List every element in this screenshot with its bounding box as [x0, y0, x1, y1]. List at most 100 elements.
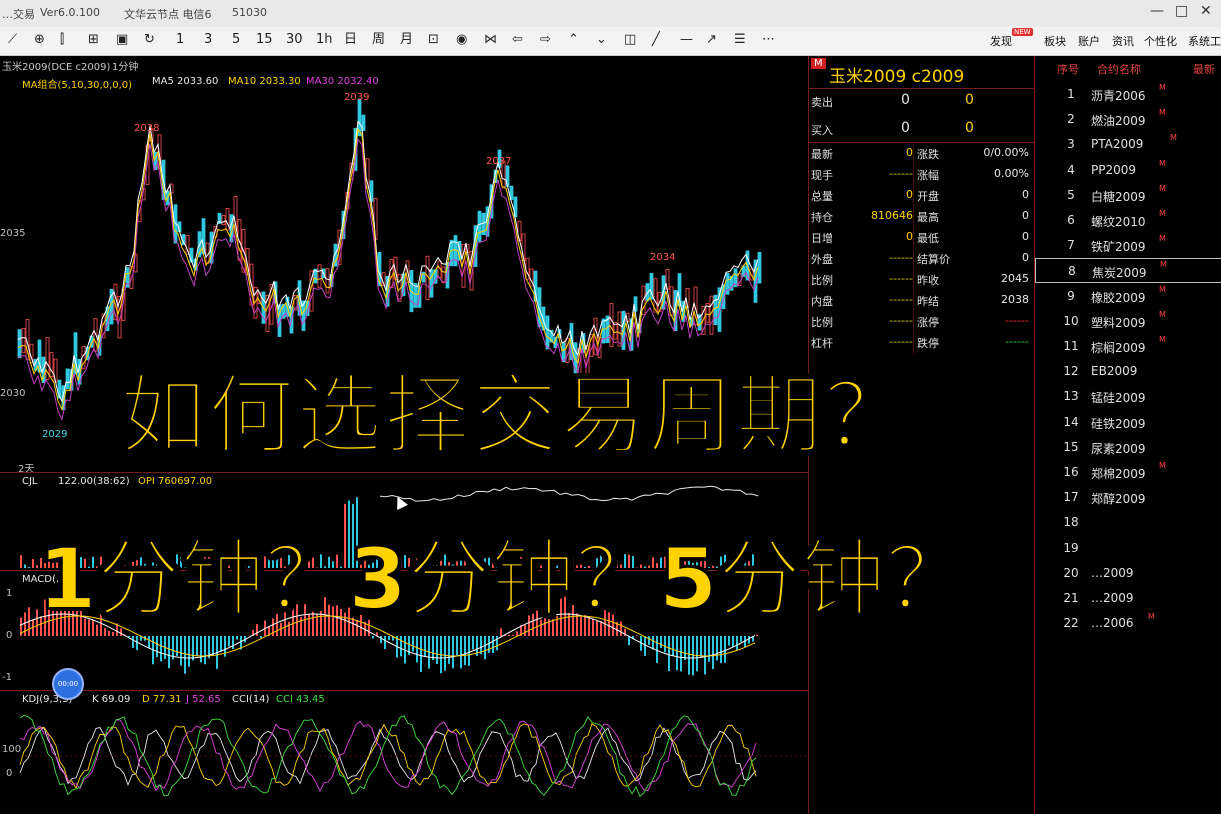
quote-stat-value: 0	[1022, 188, 1029, 201]
trend-line-icon[interactable]: ⟋	[8, 32, 17, 48]
period-1h-button[interactable]: 1h	[316, 32, 333, 48]
account-button[interactable]: 账户	[1078, 33, 1100, 49]
list-item[interactable]: 4 PP2009 M	[1035, 158, 1221, 183]
window-icon[interactable]: ▣	[116, 32, 128, 48]
list-item[interactable]: 17 郑醇2009	[1035, 485, 1221, 510]
macd-bar	[508, 634, 510, 636]
discover-button[interactable]: 发现	[990, 33, 1012, 49]
list-item[interactable]: 5 白糖2009 M	[1035, 183, 1221, 208]
macd-bar	[180, 636, 182, 666]
period-3m-button[interactable]: 3	[204, 32, 212, 48]
news-button[interactable]: 资讯	[1112, 33, 1134, 49]
refresh-icon[interactable]: ↻	[144, 32, 155, 48]
price-annotation: 2038	[134, 123, 160, 134]
period-1m-button[interactable]: 1	[176, 32, 184, 48]
zoom-out-icon[interactable]: ⌄	[596, 32, 607, 48]
list-item[interactable]: 14 硅铁2009	[1035, 410, 1221, 435]
list-item[interactable]: 20 …2009	[1035, 561, 1221, 586]
macd-bar	[424, 636, 426, 658]
minimize-icon[interactable]: —	[1150, 3, 1164, 19]
period-15m-button[interactable]: 15	[256, 32, 273, 48]
system-tools-button[interactable]: 系统工	[1188, 33, 1221, 49]
kline-icon[interactable]: ⫿	[60, 32, 64, 48]
quote-stat-label[interactable]: 结算价	[917, 251, 950, 267]
ray-icon[interactable]: ↗	[706, 32, 717, 48]
list-item[interactable]: 8 焦炭2009 M	[1035, 258, 1221, 284]
candle-bar	[441, 266, 446, 284]
macd-axis-tick: 0	[6, 630, 13, 641]
grid-icon[interactable]: ⊞	[88, 32, 99, 48]
quote-stat-value: ------	[1005, 314, 1029, 327]
personalize-button[interactable]: 个性化	[1144, 33, 1177, 49]
arrow-right-icon[interactable]: ⇨	[540, 32, 551, 48]
list-item[interactable]: 9 橡胶2009 M	[1035, 284, 1221, 309]
list-item[interactable]: 13 锰硅2009	[1035, 384, 1221, 409]
bowtie-icon[interactable]: ⋈	[484, 32, 497, 48]
close-icon[interactable]: ✕	[1200, 3, 1212, 19]
quote-stat-label: 总量	[811, 190, 833, 203]
crosshair-icon[interactable]: ⊕	[34, 32, 45, 48]
period-label[interactable]: 1分钟	[112, 58, 138, 73]
pane-divider[interactable]	[0, 690, 808, 691]
list-header: 序号 合约名称 最新	[1035, 56, 1221, 80]
macd-bar	[656, 636, 658, 663]
list-item[interactable]: 18	[1035, 510, 1221, 535]
ma-combo-label[interactable]: MA组合(5,10,30,0,0,0)	[22, 76, 132, 91]
period-30m-button[interactable]: 30	[286, 32, 303, 48]
period-month-button[interactable]: 月	[400, 32, 413, 48]
zoom-in-icon[interactable]: ⌃	[568, 32, 579, 48]
panel-icon[interactable]: ◫	[624, 32, 636, 48]
draw-line-icon[interactable]: ╱	[652, 32, 660, 48]
list-item[interactable]: 1 沥青2006 M	[1035, 82, 1221, 107]
floating-assistant-button[interactable]: 00:00	[52, 668, 84, 700]
list-item-name: 白糖2009	[1091, 189, 1146, 204]
pane-divider[interactable]	[0, 472, 808, 473]
col-header-last[interactable]: 最新	[1193, 61, 1215, 77]
overlay-headline: 如何选择交易周期？	[119, 365, 912, 467]
col-header-name[interactable]: 合约名称	[1097, 61, 1141, 77]
period-day-button[interactable]: 日	[344, 32, 357, 48]
list-item[interactable]: 15 尿素2009	[1035, 435, 1221, 460]
list-item[interactable]: 16 郑棉2009 M	[1035, 460, 1221, 485]
col-header-num[interactable]: 序号	[1057, 61, 1079, 77]
list-item[interactable]: 2 燃油2009 M	[1035, 107, 1221, 132]
candle-bar	[429, 269, 434, 298]
list-icon[interactable]: ☰	[734, 32, 746, 48]
macd-bar	[400, 636, 402, 657]
quote-stat-value: ------	[889, 167, 913, 180]
period-5m-button[interactable]: 5	[232, 32, 240, 48]
list-item-name: 橡胶2009	[1091, 290, 1146, 305]
cci-label[interactable]: CCI(14)	[232, 694, 269, 705]
arrow-left-icon[interactable]: ⇦	[512, 32, 523, 48]
list-item[interactable]: 7 铁矿2009 M	[1035, 233, 1221, 258]
more-icon[interactable]: ⋯	[762, 32, 775, 48]
list-item[interactable]: 6 螺纹2010 M	[1035, 208, 1221, 233]
quote-stat-value: ------	[1005, 335, 1029, 348]
eye-icon[interactable]: ◉	[456, 32, 467, 48]
list-item[interactable]: 19	[1035, 536, 1221, 561]
list-item-number: 22	[1063, 616, 1079, 631]
list-item[interactable]: 21 …2009	[1035, 586, 1221, 611]
maximize-icon[interactable]: □	[1175, 3, 1188, 19]
list-item[interactable]: 11 棕榈2009 M	[1035, 334, 1221, 359]
price-annotation: 2029	[42, 429, 68, 440]
list-item-number: 1	[1067, 87, 1075, 101]
list-item-name: 棕榈2009	[1091, 341, 1146, 355]
list-item[interactable]: 10 塑料2009 M	[1035, 309, 1221, 334]
list-item[interactable]: 3 PTA2009 M	[1035, 132, 1221, 157]
list-item-number: 18	[1063, 515, 1079, 530]
macd-bar	[488, 636, 490, 653]
k-value: K 69.09	[92, 694, 131, 705]
main-contract-tag: M	[1159, 309, 1166, 319]
period-week-button[interactable]: 周	[372, 32, 385, 48]
list-item[interactable]: 12 EB2009	[1035, 359, 1221, 384]
macd-bar	[472, 636, 474, 650]
kdj-axis-tick: 0	[6, 768, 13, 779]
title-bar: …交易 Ver6.0.100 文华云节点 电信6 51030 — □ ✕	[0, 0, 1221, 28]
custom-period-icon[interactable]: ⊡	[428, 32, 439, 48]
horizontal-line-icon[interactable]: —	[680, 32, 693, 48]
list-item[interactable]: 22 …2006 M	[1035, 611, 1221, 636]
sector-button[interactable]: 板块	[1044, 33, 1066, 49]
cjl-label[interactable]: CJL	[22, 476, 38, 487]
list-item-number: 12	[1063, 364, 1079, 379]
